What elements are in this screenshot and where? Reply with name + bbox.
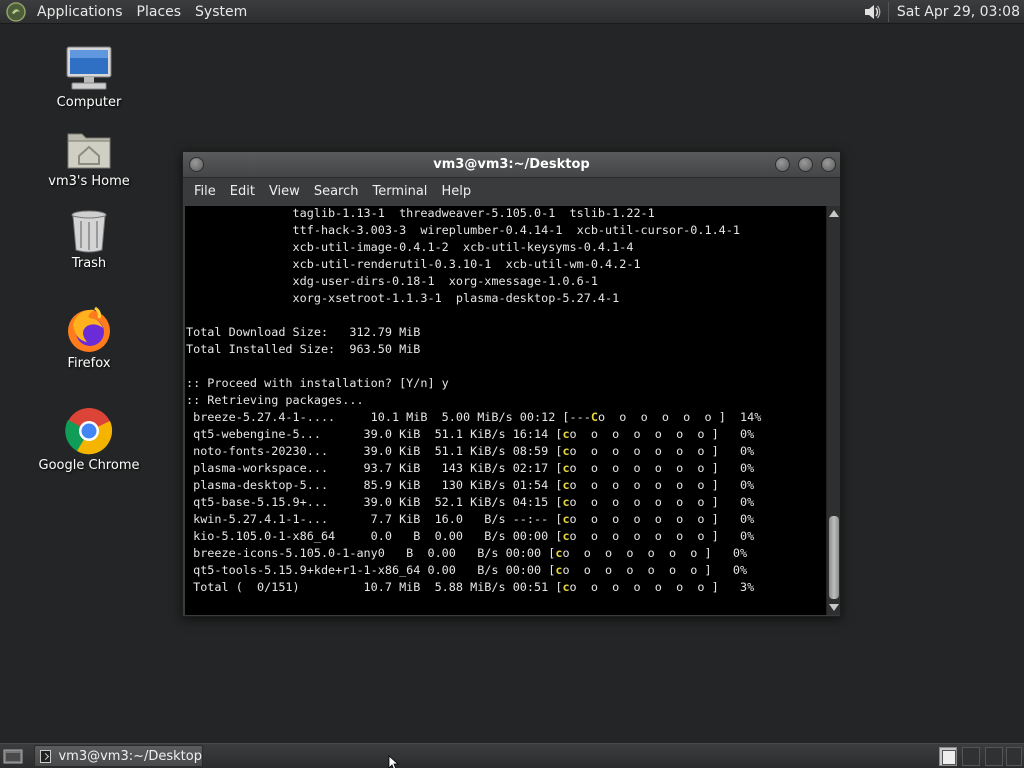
workspace-3[interactable] (985, 747, 1003, 766)
menu-terminal[interactable]: Terminal (365, 178, 434, 205)
firefox-icon (68, 306, 110, 352)
system-menu[interactable]: System (188, 0, 254, 24)
bottom-panel: vm3@vm3:~/Desktop (0, 743, 1024, 768)
speaker-icon[interactable] (862, 2, 882, 22)
desktop-icon-chrome[interactable]: Google Chrome (24, 406, 154, 473)
panel-tray: Sat Apr 29, 03:08 (862, 0, 1024, 23)
mouse-cursor-icon (388, 755, 400, 768)
minimize-button[interactable] (775, 157, 790, 172)
maximize-button[interactable] (798, 157, 813, 172)
chrome-icon (65, 408, 113, 455)
computer-icon (66, 46, 112, 90)
menu-search[interactable]: Search (307, 178, 366, 205)
workspace-1[interactable] (939, 747, 957, 766)
window-title: vm3@vm3:~/Desktop (433, 157, 590, 172)
menu-view[interactable]: View (262, 178, 307, 205)
main-menu: Applications Places System (0, 0, 254, 23)
desktop-icon-label: vm3's Home (48, 174, 130, 189)
workspace-4[interactable] (1006, 747, 1022, 766)
terminal-menubar: File Edit View Search Terminal Help (183, 178, 840, 205)
menu-file[interactable]: File (187, 178, 223, 205)
desktop-icon-label: Firefox (67, 356, 111, 371)
scrollbar-thumb[interactable] (829, 516, 839, 599)
terminal-text: taglib-1.13-1 threadweaver-5.105.0-1 tsl… (186, 206, 762, 594)
window-titlebar[interactable]: vm3@vm3:~/Desktop (183, 152, 840, 178)
distro-logo-icon[interactable] (5, 1, 27, 23)
taskbar-window-button[interactable]: vm3@vm3:~/Desktop (34, 745, 203, 767)
desktop-icon-home[interactable]: vm3's Home (24, 128, 154, 189)
places-menu[interactable]: Places (130, 0, 189, 24)
desktop-icon-label: Trash (71, 256, 107, 271)
menu-help[interactable]: Help (434, 178, 478, 205)
show-desktop-icon[interactable] (3, 748, 23, 764)
terminal-icon (40, 749, 52, 763)
scroll-down-icon[interactable] (829, 604, 839, 611)
taskbar-window-label: vm3@vm3:~/Desktop (58, 748, 202, 764)
menu-edit[interactable]: Edit (223, 178, 262, 205)
desktop-icon-label: Computer (56, 95, 122, 110)
terminal-window[interactable]: vm3@vm3:~/Desktop File Edit View Search … (182, 151, 841, 617)
applications-menu[interactable]: Applications (30, 0, 130, 24)
close-button[interactable] (821, 157, 836, 172)
desktop-icon-firefox[interactable]: Firefox (24, 306, 154, 371)
desktop-icon-computer[interactable]: Computer (24, 45, 154, 110)
home-folder-icon (67, 133, 111, 169)
desktop-icon-trash[interactable]: Trash (24, 208, 154, 271)
trash-icon (71, 210, 107, 253)
terminal-scrollbar[interactable] (826, 206, 840, 615)
top-panel: Applications Places System Sat Apr 29, 0… (0, 0, 1024, 24)
workspace-2[interactable] (962, 747, 980, 766)
scroll-up-icon[interactable] (829, 210, 839, 217)
clock[interactable]: Sat Apr 29, 03:08 (889, 4, 1024, 20)
terminal-output[interactable]: taglib-1.13-1 threadweaver-5.105.0-1 tsl… (185, 206, 826, 615)
desktop-icon-label: Google Chrome (38, 458, 140, 473)
